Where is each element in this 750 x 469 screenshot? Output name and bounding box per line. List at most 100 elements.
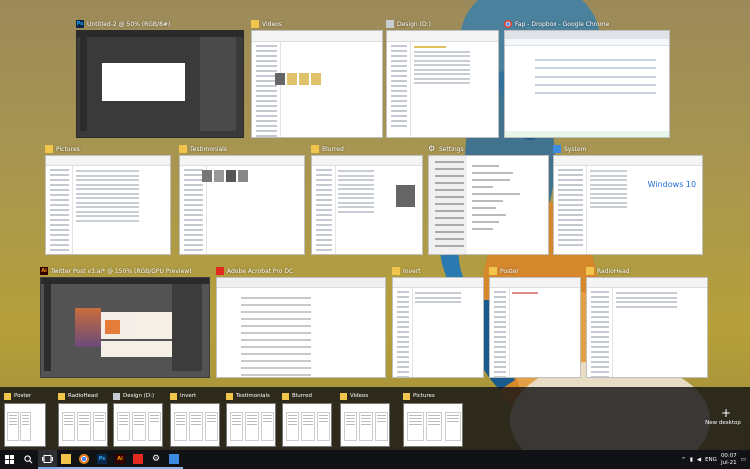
- notifications-icon[interactable]: ▭: [741, 457, 746, 463]
- new-desktop-label: New desktop: [705, 420, 741, 426]
- desktop-thumbnail[interactable]: Videos: [340, 387, 390, 450]
- window-title: Videos: [262, 20, 282, 28]
- window-row-3: Ai Twitter Post v3.ai* @ 150% (RGB/GPU P…: [0, 265, 750, 378]
- photoshop-icon: Ps: [97, 453, 107, 464]
- window-title: Invert: [403, 267, 421, 275]
- folder-icon: [311, 145, 319, 153]
- window-thumbnail[interactable]: Ps Untitled-2 @ 50% (RGB/8#): [76, 18, 244, 138]
- window-preview: [179, 155, 305, 255]
- volume-icon[interactable]: ◀: [697, 457, 701, 463]
- windows-start-icon: [5, 455, 14, 464]
- window-preview: [45, 155, 171, 255]
- taskbar-file-explorer[interactable]: [57, 450, 75, 469]
- window-title: Blurred: [322, 145, 344, 153]
- start-button[interactable]: [0, 450, 19, 469]
- window-thumbnail[interactable]: RadioHead: [586, 265, 708, 378]
- window-thumbnail[interactable]: Videos: [251, 18, 383, 138]
- desktop-thumbnail[interactable]: Invert: [170, 387, 220, 450]
- task-view-icon: [42, 454, 53, 463]
- window-thumbnail[interactable]: Invert: [392, 265, 484, 378]
- computer-icon: [169, 453, 179, 464]
- taskbar-acrobat[interactable]: [129, 450, 147, 469]
- taskbar-chrome[interactable]: [75, 450, 93, 469]
- desktop-thumbnail[interactable]: Testimonials: [226, 387, 276, 450]
- window-preview: [392, 277, 484, 378]
- folder-icon: [58, 392, 65, 400]
- window-thumbnail[interactable]: Testimonials: [179, 143, 305, 255]
- window-title: Poster: [500, 267, 519, 275]
- window-preview: [504, 30, 670, 138]
- search-icon: [24, 455, 33, 464]
- window-preview: [40, 277, 210, 378]
- illustrator-icon: Ai: [40, 267, 48, 275]
- desktop-thumbnail[interactable]: RadioHead: [58, 387, 108, 450]
- folder-icon: [392, 267, 400, 275]
- task-view: Ps Untitled-2 @ 50% (RGB/8#) Videos Desi…: [0, 0, 750, 469]
- window-thumbnail[interactable]: Fap - Dropbox - Google Chrome: [504, 18, 670, 138]
- desktop-label: Pictures: [413, 393, 435, 399]
- illustrator-icon: Ai: [115, 453, 125, 464]
- window-title: System: [564, 145, 587, 153]
- window-thumbnail[interactable]: ⚙ Settings: [428, 143, 549, 255]
- window-title: Twitter Post v3.ai* @ 150% (RGB/GPU Prev…: [51, 267, 192, 275]
- network-icon[interactable]: ▮: [690, 457, 693, 463]
- window-title: Fap - Dropbox - Google Chrome: [515, 20, 610, 28]
- desktop-thumbnail[interactable]: Poster: [4, 387, 46, 450]
- window-preview: [489, 277, 581, 378]
- taskbar-settings[interactable]: ⚙: [147, 450, 165, 469]
- window-preview: [386, 30, 499, 138]
- window-thumbnail[interactable]: Adobe Acrobat Pro DC: [216, 265, 386, 378]
- task-view-button[interactable]: [38, 450, 57, 469]
- taskbar-system[interactable]: [165, 450, 183, 469]
- window-preview: [586, 277, 708, 378]
- desktop-label: Design (D:): [123, 393, 155, 399]
- desktop-thumbnail[interactable]: Design (D:): [113, 387, 163, 450]
- window-title: Testimonials: [190, 145, 227, 153]
- folder-icon: [489, 267, 497, 275]
- window-thumbnail[interactable]: System Windows 10: [553, 143, 703, 255]
- window-thumbnail[interactable]: Poster: [489, 265, 581, 378]
- search-button[interactable]: [19, 450, 38, 469]
- input-language[interactable]: ENG: [705, 457, 717, 463]
- window-preview: Windows 10: [553, 155, 703, 255]
- window-preview: [311, 155, 423, 255]
- photoshop-icon: Ps: [76, 20, 84, 28]
- chrome-icon: [79, 453, 89, 464]
- desktop-thumbnail[interactable]: Blurred: [282, 387, 332, 450]
- chevron-up-icon[interactable]: ^: [681, 457, 686, 463]
- plus-icon: +: [720, 406, 732, 420]
- new-desktop-button[interactable]: + New desktop: [705, 406, 746, 442]
- desktop-label: Blurred: [292, 393, 312, 399]
- desktop-label: Poster: [14, 393, 32, 399]
- system-tray: ^ ▮ ◀ ENG 00:07 Jul-21 ▭: [681, 450, 750, 469]
- window-title: Untitled-2 @ 50% (RGB/8#): [87, 20, 171, 28]
- desktop-thumbnail[interactable]: Pictures: [403, 387, 463, 450]
- file-explorer-icon: [61, 453, 71, 464]
- clock[interactable]: 00:07 Jul-21: [721, 453, 737, 467]
- desktop-label: RadioHead: [68, 393, 98, 399]
- folder-icon: [179, 145, 187, 153]
- desktop-label: Testimonials: [236, 393, 270, 399]
- window-thumbnail[interactable]: Blurred: [311, 143, 423, 255]
- folder-icon: [586, 267, 594, 275]
- window-title: Pictures: [56, 145, 80, 153]
- clock-date: Jul-21: [721, 459, 737, 466]
- folder-icon: [45, 145, 53, 153]
- folder-icon: [282, 392, 289, 400]
- window-title: RadioHead: [597, 267, 630, 275]
- taskbar: Ps Ai ⚙ ^ ▮ ◀ ENG 00:07 Jul-21 ▭: [0, 450, 750, 469]
- window-row-2: Pictures Testimonials Blurred ⚙ Settings…: [0, 143, 750, 255]
- taskbar-illustrator[interactable]: Ai: [111, 450, 129, 469]
- gear-icon: ⚙: [428, 144, 436, 153]
- acrobat-icon: [216, 267, 224, 275]
- window-row-1: Ps Untitled-2 @ 50% (RGB/8#) Videos Desi…: [0, 18, 750, 138]
- taskbar-photoshop[interactable]: Ps: [93, 450, 111, 469]
- window-title: Adobe Acrobat Pro DC: [227, 267, 294, 275]
- window-thumbnail[interactable]: Pictures: [45, 143, 171, 255]
- window-preview: [428, 155, 549, 255]
- window-thumbnail[interactable]: Ai Twitter Post v3.ai* @ 150% (RGB/GPU P…: [40, 265, 210, 378]
- chrome-icon: [504, 20, 512, 28]
- window-thumbnail[interactable]: Design (D:): [386, 18, 499, 138]
- drive-icon: [386, 20, 394, 28]
- computer-icon: [553, 145, 561, 153]
